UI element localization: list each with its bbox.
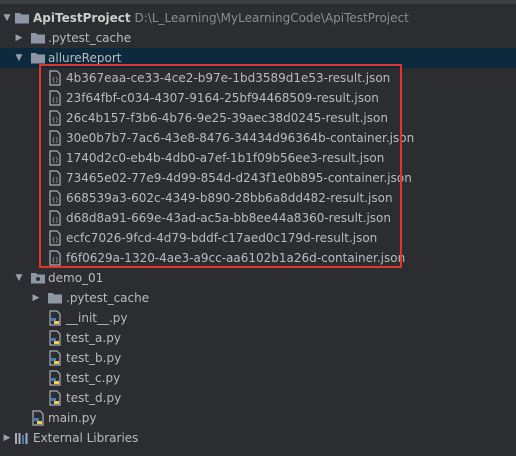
python-file-icon — [49, 390, 61, 406]
tree-row-main-py[interactable]: main.py — [0, 408, 516, 428]
python-file-icon — [49, 330, 61, 346]
chevron-right-icon[interactable]: ▶ — [14, 33, 24, 43]
python-file-icon — [32, 410, 44, 426]
file-label: d68d8a91-669e-43ad-ac5a-bb8ee44a8360-res… — [66, 211, 391, 225]
project-path: D:\L_Learning\MyLearningCode\ApiTestProj… — [134, 11, 409, 25]
svg-text:{}: {} — [52, 257, 59, 264]
tree-row-python-file[interactable]: __init__.py — [0, 308, 516, 328]
svg-text:{}: {} — [52, 97, 59, 104]
file-label: 30e0b7b7-7ac6-43e8-8476-34434d96364b-con… — [66, 131, 415, 145]
tree-row-allure-report[interactable]: ▼ allureReport — [0, 48, 516, 68]
tree-row-project-root[interactable]: ▼ ApiTestProject D:\L_Learning\MyLearnin… — [0, 8, 516, 28]
svg-text:{}: {} — [52, 237, 59, 244]
python-file-icon — [49, 350, 61, 366]
json-file-icon: {} — [49, 210, 61, 226]
file-label: f6f0629a-1320-4ae3-a9cc-aa6102b1a26d-con… — [66, 251, 406, 265]
tree-row-pytest-cache[interactable]: ▶ .pytest_cache — [0, 28, 516, 48]
json-file-icon: {} — [49, 90, 61, 106]
tree-row-json-file[interactable]: {} d68d8a91-669e-43ad-ac5a-bb8ee44a8360-… — [0, 208, 516, 228]
json-file-icon: {} — [49, 250, 61, 266]
tree-row-json-file[interactable]: {} 26c4b157-f3b6-4b76-9e25-39aec38d0245-… — [0, 108, 516, 128]
library-icon — [15, 433, 28, 444]
chevron-down-icon[interactable]: ▼ — [14, 53, 24, 63]
file-label: 1740d2c0-eb4b-4db0-a7ef-1b1f09b56ee3-res… — [66, 151, 385, 165]
tree-row-python-file[interactable]: test_b.py — [0, 348, 516, 368]
folder-icon — [48, 293, 62, 304]
svg-text:{}: {} — [52, 177, 59, 184]
tree-row-python-file[interactable]: test_c.py — [0, 368, 516, 388]
svg-text:{}: {} — [52, 137, 59, 144]
file-label: 73465e02-77e9-4d99-854d-d243f1e0b895-con… — [66, 171, 412, 185]
tree-row-demo-pytest-cache[interactable]: ▶ .pytest_cache — [0, 288, 516, 308]
chevron-down-icon[interactable]: ▼ — [14, 273, 24, 283]
folder-label: .pytest_cache — [48, 31, 132, 45]
folder-icon — [31, 273, 45, 284]
svg-text:{}: {} — [52, 197, 59, 204]
tree-row-json-file[interactable]: {} ecfc7026-9fcd-4d79-bddf-c17aed0c179d-… — [0, 228, 516, 248]
tree-label: External Libraries — [33, 431, 139, 445]
file-label: ecfc7026-9fcd-4d79-bddf-c17aed0c179d-res… — [66, 231, 378, 245]
json-file-icon: {} — [49, 110, 61, 126]
json-file-icon: {} — [49, 190, 61, 206]
tree-row-json-file[interactable]: {} 73465e02-77e9-4d99-854d-d243f1e0b895-… — [0, 168, 516, 188]
json-file-icon: {} — [49, 130, 61, 146]
svg-text:{}: {} — [52, 117, 59, 124]
tree-row-demo-01[interactable]: ▼ demo_01 — [0, 268, 516, 288]
chevron-down-icon[interactable]: ▼ — [2, 13, 12, 23]
tree-row-json-file[interactable]: {} 30e0b7b7-7ac6-43e8-8476-34434d96364b-… — [0, 128, 516, 148]
file-label: test_c.py — [66, 371, 121, 385]
file-label: 668539a3-602c-4349-b890-28bb6a8dd482-res… — [66, 191, 393, 205]
file-label: __init__.py — [66, 311, 128, 325]
tree-row-json-file[interactable]: {} 4b367eaa-ce33-4ce2-b97e-1bd3589d1e53-… — [0, 68, 516, 88]
svg-text:{}: {} — [52, 77, 59, 84]
json-file-icon: {} — [49, 70, 61, 86]
chevron-right-icon[interactable]: ▶ — [2, 433, 12, 443]
folder-label: allureReport — [48, 51, 122, 65]
file-label: 26c4b157-f3b6-4b76-9e25-39aec38d0245-res… — [66, 111, 388, 125]
tree-row-json-file[interactable]: {} 668539a3-602c-4349-b890-28bb6a8dd482-… — [0, 188, 516, 208]
project-name: ApiTestProject — [33, 11, 131, 25]
json-file-icon: {} — [49, 170, 61, 186]
chevron-right-icon[interactable]: ▶ — [31, 293, 41, 303]
tree-row-python-file[interactable]: test_d.py — [0, 388, 516, 408]
python-file-icon — [49, 310, 61, 326]
folder-icon — [15, 13, 29, 24]
json-file-icon: {} — [49, 230, 61, 246]
file-label: 4b367eaa-ce33-4ce2-b97e-1bd3589d1e53-res… — [66, 71, 391, 85]
folder-label: demo_01 — [48, 271, 104, 285]
file-label: main.py — [48, 411, 97, 425]
folder-label: .pytest_cache — [66, 291, 150, 305]
svg-text:{}: {} — [52, 217, 59, 224]
file-label: 23f64fbf-c034-4307-9164-25bf94468509-res… — [66, 91, 379, 105]
tree-row-json-file[interactable]: {} 23f64fbf-c034-4307-9164-25bf94468509-… — [0, 88, 516, 108]
folder-icon — [31, 53, 45, 64]
file-label: test_d.py — [66, 391, 122, 405]
svg-text:{}: {} — [52, 157, 59, 164]
file-label: test_b.py — [66, 351, 122, 365]
tree-row-external-libraries[interactable]: ▶ External Libraries — [0, 428, 516, 448]
json-file-icon: {} — [49, 150, 61, 166]
tree-row-python-file[interactable]: test_a.py — [0, 328, 516, 348]
file-label: test_a.py — [66, 331, 121, 345]
tree-row-json-file[interactable]: {} f6f0629a-1320-4ae3-a9cc-aa6102b1a26d-… — [0, 248, 516, 268]
tree-row-json-file[interactable]: {} 1740d2c0-eb4b-4db0-a7ef-1b1f09b56ee3-… — [0, 148, 516, 168]
folder-icon — [31, 33, 45, 44]
project-tree: ▼ ApiTestProject D:\L_Learning\MyLearnin… — [0, 0, 516, 456]
python-file-icon — [49, 370, 61, 386]
